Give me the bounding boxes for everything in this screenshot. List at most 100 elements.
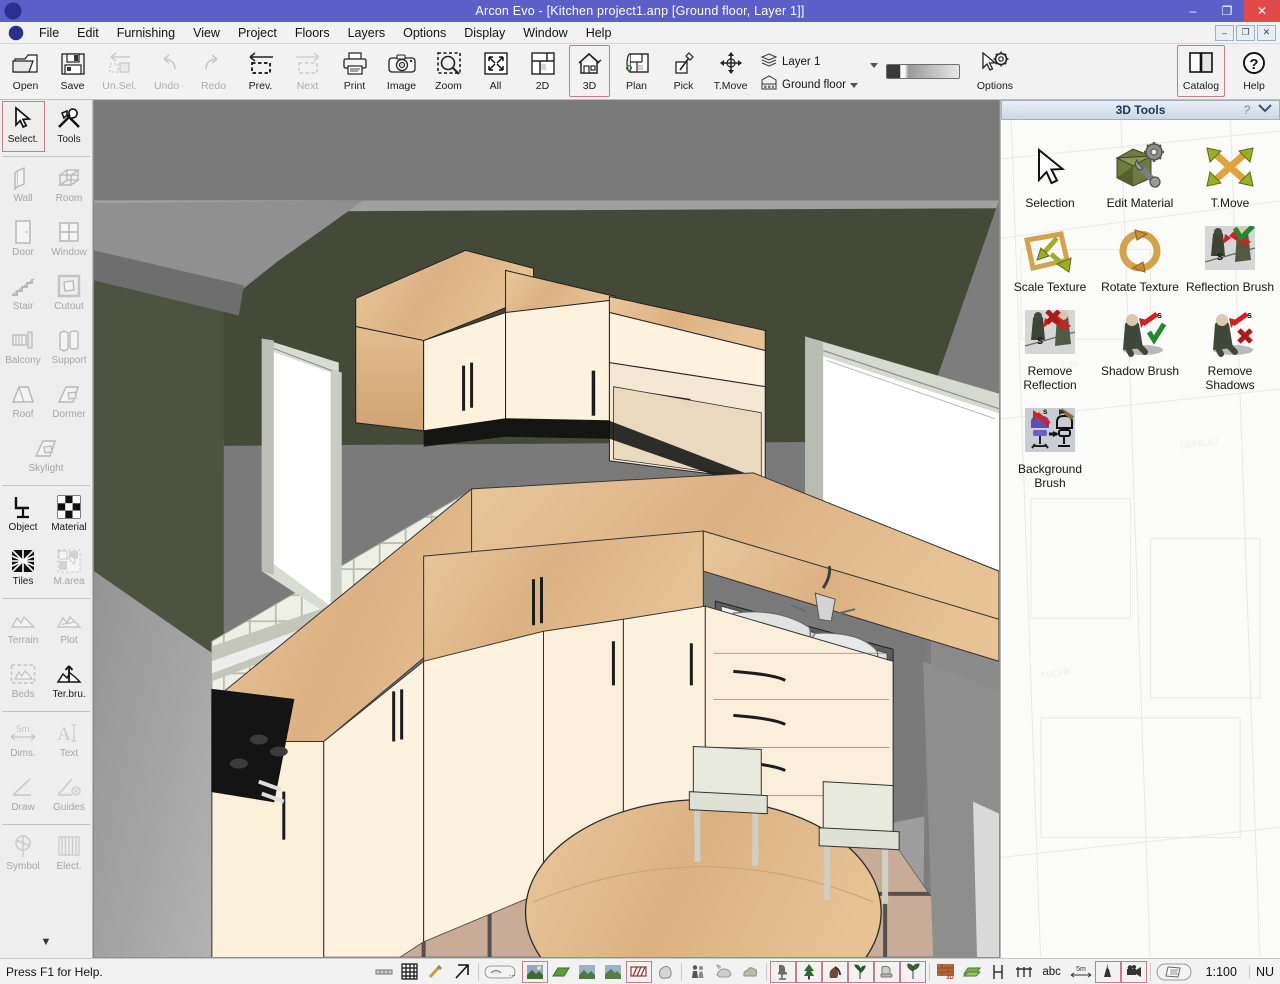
menu-item-floors[interactable]: Floors xyxy=(286,24,339,42)
toolbar-save-button[interactable]: Save xyxy=(49,44,96,99)
notes-icon[interactable] xyxy=(1154,961,1194,983)
menu-item-help[interactable]: Help xyxy=(577,24,621,42)
mdi-restore-button[interactable]: ❐ xyxy=(1236,25,1255,41)
palette-item-terrain[interactable]: Terrain xyxy=(0,601,46,655)
toolbar-all-button[interactable]: All xyxy=(472,44,519,99)
tool-rotate-texture[interactable]: Rotate Texture xyxy=(1095,210,1185,294)
abc-icon[interactable]: abc xyxy=(1037,961,1067,983)
palette-item-draw[interactable]: Draw xyxy=(0,768,46,822)
tool-tmove[interactable]: T.Move xyxy=(1185,126,1275,210)
menu-app-icon[interactable] xyxy=(6,23,26,43)
toolbar-help-button[interactable]: ? Help xyxy=(1228,44,1280,99)
toolbar-undo-button[interactable]: Undo xyxy=(143,44,190,99)
fence-icon[interactable] xyxy=(1011,961,1037,983)
palette-item-support[interactable]: Support xyxy=(46,321,92,375)
axis-icon[interactable] xyxy=(985,961,1011,983)
landscape-photo2-icon[interactable] xyxy=(574,961,600,983)
menu-item-view[interactable]: View xyxy=(184,24,229,42)
palette-item-door[interactable]: Door xyxy=(0,213,46,267)
floor-selector[interactable]: Ground floor xyxy=(760,75,858,95)
layer-selector[interactable]: Layer 1 xyxy=(760,52,858,72)
camera-view-icon[interactable] xyxy=(1121,961,1147,983)
animal-icon[interactable] xyxy=(711,961,737,983)
palette-item-dormer[interactable]: Dormer xyxy=(46,375,92,429)
toolbar-image-button[interactable]: Image xyxy=(378,44,425,99)
landscape-photo3-icon[interactable] xyxy=(600,961,626,983)
brick-3d-icon[interactable]: 3D xyxy=(933,961,959,983)
menu-item-options[interactable]: Options xyxy=(394,24,455,42)
toolbar-catalog-button[interactable]: Catalog xyxy=(1174,44,1228,99)
scale-indicator[interactable]: 1:100 xyxy=(1194,965,1249,979)
menu-item-display[interactable]: Display xyxy=(455,24,514,42)
toolbar-next-button[interactable]: Next xyxy=(284,44,331,99)
palette-item-plot[interactable]: Plot xyxy=(46,601,92,655)
palette-item-marea[interactable]: M.area xyxy=(46,542,92,596)
palette-item-tools[interactable]: Tools xyxy=(46,100,92,154)
palette-item-guides[interactable]: Guides xyxy=(46,768,92,822)
tool-remove-shadows[interactable]: s Remove Shadows xyxy=(1185,294,1275,392)
green-plane-icon[interactable] xyxy=(548,961,574,983)
landscape-photo-icon[interactable] xyxy=(522,961,548,983)
pencil-icon[interactable] xyxy=(423,961,449,983)
toolbar-options-button[interactable]: Options xyxy=(968,44,1022,99)
north-arrow-icon[interactable]: N xyxy=(1095,961,1121,983)
tool-scale-texture[interactable]: Scale Texture xyxy=(1005,210,1095,294)
toolbar-prev-button[interactable]: Prev. xyxy=(237,44,284,99)
stone-icon[interactable] xyxy=(652,961,678,983)
minimize-button[interactable]: – xyxy=(1176,0,1210,22)
tool-remove-reflection[interactable]: S Remove Reflection xyxy=(1005,294,1095,392)
leaf-icon[interactable] xyxy=(900,961,926,983)
toolbar-3d-button[interactable]: 3D xyxy=(566,44,613,99)
palette-item-cutout[interactable]: Cutout xyxy=(46,267,92,321)
tool-reflection-brush[interactable]: S Reflection Brush xyxy=(1185,210,1275,294)
tool-selection[interactable]: Selection xyxy=(1005,126,1095,210)
palette-item-elect[interactable]: Elect. xyxy=(46,827,92,881)
printer-page-icon[interactable]: ... xyxy=(482,961,522,983)
menu-item-layers[interactable]: Layers xyxy=(339,24,395,42)
grid-icon[interactable] xyxy=(397,961,423,983)
palette-item-text[interactable]: A Text xyxy=(46,714,92,768)
toolbar-zoom-button[interactable]: Zoom xyxy=(425,44,472,99)
3d-viewport[interactable] xyxy=(93,100,1000,958)
toolbar-2d-button[interactable]: 2D xyxy=(519,44,566,99)
chevron-down-icon[interactable] xyxy=(850,83,858,88)
palette-item-tiles[interactable]: Tiles xyxy=(0,542,46,596)
menu-item-edit[interactable]: Edit xyxy=(68,24,108,42)
palette-item-object[interactable]: Object xyxy=(0,488,46,542)
palette-item-balcony[interactable]: Balcony xyxy=(0,321,46,375)
tool-background-brush[interactable]: s Background Brush xyxy=(1005,392,1095,490)
bush-icon[interactable] xyxy=(737,961,763,983)
menu-item-file[interactable]: File xyxy=(30,24,68,42)
layer-chevron-down-icon[interactable] xyxy=(870,63,878,68)
palette-item-material[interactable]: Material xyxy=(46,488,92,542)
tool-shadow-brush[interactable]: s Shadow Brush xyxy=(1095,294,1185,392)
mdi-minimize-button[interactable]: – xyxy=(1215,25,1234,41)
people-icon[interactable] xyxy=(685,961,711,983)
green-layer-icon[interactable] xyxy=(959,961,985,983)
plant-dark-icon[interactable] xyxy=(822,961,848,983)
tree-icon[interactable] xyxy=(796,961,822,983)
palette-scroll-down-button[interactable]: ▼ xyxy=(0,936,92,958)
transparency-slider[interactable] xyxy=(878,44,968,99)
armchair-icon[interactable] xyxy=(874,961,900,983)
toolbar-plan-button[interactable]: Plan xyxy=(613,44,660,99)
palette-item-window[interactable]: Window xyxy=(46,213,92,267)
palette-item-dims[interactable]: 5m Dims. xyxy=(0,714,46,768)
chair-icon[interactable] xyxy=(770,961,796,983)
tool-edit-material[interactable]: Edit Material xyxy=(1095,126,1185,210)
dock-title-bar[interactable]: 3D Tools ? xyxy=(1001,100,1280,120)
toolbar-pick-button[interactable]: Pick xyxy=(660,44,707,99)
menu-item-project[interactable]: Project xyxy=(229,24,286,42)
toolbar-print-button[interactable]: Print xyxy=(331,44,378,99)
ruler-small-icon[interactable] xyxy=(371,961,397,983)
palette-item-room[interactable]: Room xyxy=(46,159,92,213)
toolbar-open-button[interactable]: Open xyxy=(2,44,49,99)
menu-item-window[interactable]: Window xyxy=(514,24,576,42)
menu-item-furnishing[interactable]: Furnishing xyxy=(108,24,184,42)
help-icon[interactable]: ? xyxy=(1243,103,1250,117)
chevron-down-icon[interactable] xyxy=(1257,101,1273,119)
palette-item-terbru[interactable]: Ter.bru. xyxy=(46,655,92,709)
dim-5m-icon[interactable]: 5m xyxy=(1067,961,1095,983)
mdi-close-button[interactable]: ✕ xyxy=(1257,25,1276,41)
palette-item-wall[interactable]: Wall xyxy=(0,159,46,213)
